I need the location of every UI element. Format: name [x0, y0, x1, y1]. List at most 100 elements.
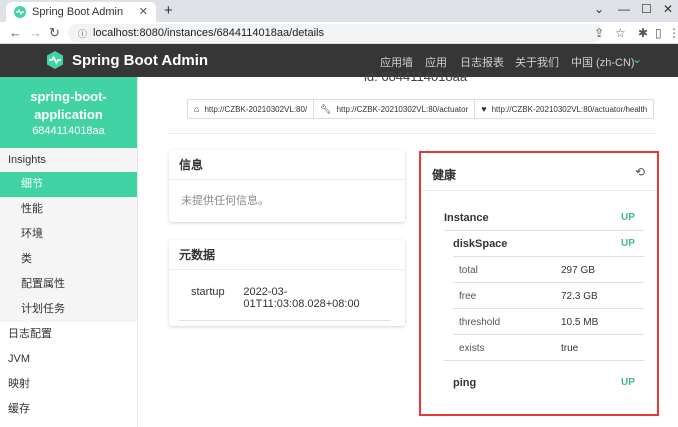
disk-detail-key: exists: [459, 343, 485, 354]
tab-close-icon[interactable]: ✕: [139, 5, 148, 18]
sidebar-item-scheduled-tasks[interactable]: 计划任务: [0, 297, 137, 322]
browser-tab-title: Spring Boot Admin: [32, 6, 124, 18]
sidebar-item-environment[interactable]: 环境: [0, 222, 137, 247]
health-instance-status: UP: [621, 212, 635, 223]
link-actuator[interactable]: 🔧︎ http://CZBK-20210302VL:80/actuator: [314, 100, 476, 118]
metadata-value: 2022-03-01T11:03:08.028+08:00: [243, 286, 360, 310]
url-input[interactable]: ⓘ localhost:8080/instances/6844114018aa/…: [68, 24, 603, 42]
brand-title: Spring Boot Admin: [72, 51, 209, 69]
browser-tab[interactable]: Spring Boot Admin ✕: [6, 2, 156, 22]
share-icon[interactable]: ⇪: [594, 26, 604, 40]
info-card-body: 未提供任何信息。: [181, 195, 269, 207]
health-instance-label: Instance: [444, 212, 489, 224]
app-name-line1: spring-boot-: [30, 89, 107, 104]
disk-detail-value: true: [561, 343, 579, 354]
health-card: 健康 ⟲ Instance UP diskSpace UP total 297 …: [419, 151, 659, 416]
window-maximize-icon[interactable]: ☐: [641, 2, 652, 16]
sidebar-item-details[interactable]: 细节: [0, 172, 137, 197]
app-header-block: spring-boot- application 6844114018aa: [0, 77, 137, 148]
link-actuator-text: http://CZBK-20210302VL:80/actuator: [336, 104, 469, 114]
window-dropdown-icon[interactable]: ⌄: [594, 2, 604, 16]
new-tab-icon[interactable]: +: [164, 2, 173, 19]
health-divider: [444, 360, 644, 361]
disk-detail-value: 72.3 GB: [561, 291, 598, 302]
disk-detail-key: threshold: [459, 317, 501, 328]
disk-detail-total: total 297 GB: [421, 265, 657, 279]
nav-about[interactable]: 关于我们: [515, 54, 559, 70]
brand[interactable]: Spring Boot Admin: [45, 50, 208, 70]
extensions-icon[interactable]: ✱: [638, 26, 648, 40]
health-disk-row: diskSpace UP: [453, 238, 639, 252]
window-minimize-icon[interactable]: —: [618, 2, 630, 16]
sidebar-item-loggers[interactable]: 日志配置: [0, 322, 137, 347]
health-instance-row: Instance UP: [444, 212, 639, 226]
link-home-text: http://CZBK-20210302VL:80/: [204, 104, 308, 114]
spring-boot-admin-favicon-icon: [14, 6, 26, 18]
nav-log-report[interactable]: 日志报表: [460, 54, 504, 70]
disk-detail-threshold: threshold 10.5 MB: [421, 317, 657, 331]
url-text: localhost:8080/instances/6844114018aa/de…: [93, 27, 324, 39]
instance-id-heading: id: 6844114018aa: [364, 69, 468, 84]
metadata-row: startup 2022-03-01T11:03:08.028+08:00: [179, 276, 391, 321]
main-content: id: 6844114018aa ⌂ http://CZBK-20210302V…: [139, 69, 678, 427]
sidebar-item-config-props[interactable]: 配置属性: [0, 272, 137, 297]
health-divider: [453, 334, 644, 335]
sidebar-section-insights[interactable]: Insights: [0, 148, 137, 172]
metadata-card: 元数据 startup 2022-03-01T11:03:08.028+08:0…: [169, 240, 405, 326]
disk-detail-key: total: [459, 265, 478, 276]
brand-logo-icon: [47, 51, 63, 69]
sidebar-item-caches[interactable]: 缓存: [0, 397, 137, 422]
health-ping-label: ping: [453, 377, 477, 389]
bookmark-star-icon[interactable]: ☆: [615, 26, 626, 40]
sidebar-item-beans[interactable]: 类: [0, 247, 137, 272]
heart-icon: ♥: [481, 104, 487, 114]
nav-language[interactable]: 中国 (zh-CN): [571, 54, 635, 70]
health-divider: [453, 282, 644, 283]
health-divider: [453, 256, 644, 257]
info-card-title: 信息: [169, 150, 405, 180]
health-disk-label: diskSpace: [453, 238, 508, 250]
sidepanel-icon[interactable]: ▯: [655, 26, 662, 40]
health-card-divider: [421, 190, 657, 191]
disk-detail-exists: exists true: [421, 343, 657, 357]
info-icon[interactable]: ⓘ: [78, 27, 87, 40]
health-divider: [453, 308, 644, 309]
app-header: Spring Boot Admin 应用墙 应用 日志报表 关于我们 中国 (z…: [0, 44, 678, 77]
window-close-icon[interactable]: ✕: [663, 2, 673, 16]
endpoint-links: ⌂ http://CZBK-20210302VL:80/ 🔧︎ http://C…: [187, 99, 655, 119]
browser-address-bar: ← → ↻ ⓘ localhost:8080/instances/6844114…: [0, 22, 678, 44]
disk-detail-value: 10.5 MB: [561, 317, 599, 328]
info-card: 信息 未提供任何信息。: [169, 150, 405, 222]
disk-detail-value: 297 GB: [561, 265, 595, 276]
health-divider: [444, 230, 644, 231]
home-icon: ⌂: [194, 104, 200, 114]
health-ping-status: UP: [621, 377, 635, 388]
wrench-icon: 🔧︎: [320, 103, 332, 114]
nav-wallboard[interactable]: 应用墙: [380, 54, 413, 70]
browser-menu-icon[interactable]: ⋮: [668, 26, 678, 40]
browser-tab-bar: Spring Boot Admin ✕ + ⌄ — ☐ ✕: [0, 0, 678, 22]
app-instance-id: 6844114018aa: [32, 125, 105, 137]
section-divider: [167, 133, 657, 134]
health-card-title: 健康: [432, 168, 457, 182]
chevron-down-icon[interactable]: ⌄: [632, 52, 642, 66]
reload-icon[interactable]: ↻: [49, 25, 60, 41]
sidebar-item-mappings[interactable]: 映射: [0, 372, 137, 397]
sidebar-item-jvm[interactable]: JVM: [0, 347, 137, 372]
link-home[interactable]: ⌂ http://CZBK-20210302VL:80/: [188, 100, 315, 118]
sidebar: spring-boot- application 6844114018aa In…: [0, 77, 138, 427]
back-icon[interactable]: ←: [9, 25, 22, 40]
link-health[interactable]: ♥ http://CZBK-20210302VL:80/actuator/hea…: [475, 100, 653, 118]
metadata-key: startup: [191, 286, 225, 298]
app-name-line2: application: [34, 107, 103, 122]
history-icon[interactable]: ⟲: [635, 165, 645, 179]
forward-icon[interactable]: →: [29, 25, 42, 40]
link-health-text: http://CZBK-20210302VL:80/actuator/healt…: [491, 104, 648, 114]
nav-applications[interactable]: 应用: [425, 54, 447, 70]
disk-detail-free: free 72.3 GB: [421, 291, 657, 305]
sidebar-item-metrics[interactable]: 性能: [0, 197, 137, 222]
disk-detail-key: free: [459, 291, 477, 302]
metadata-card-title: 元数据: [169, 240, 405, 270]
health-ping-row: ping UP: [453, 377, 639, 391]
health-disk-status: UP: [621, 238, 635, 249]
